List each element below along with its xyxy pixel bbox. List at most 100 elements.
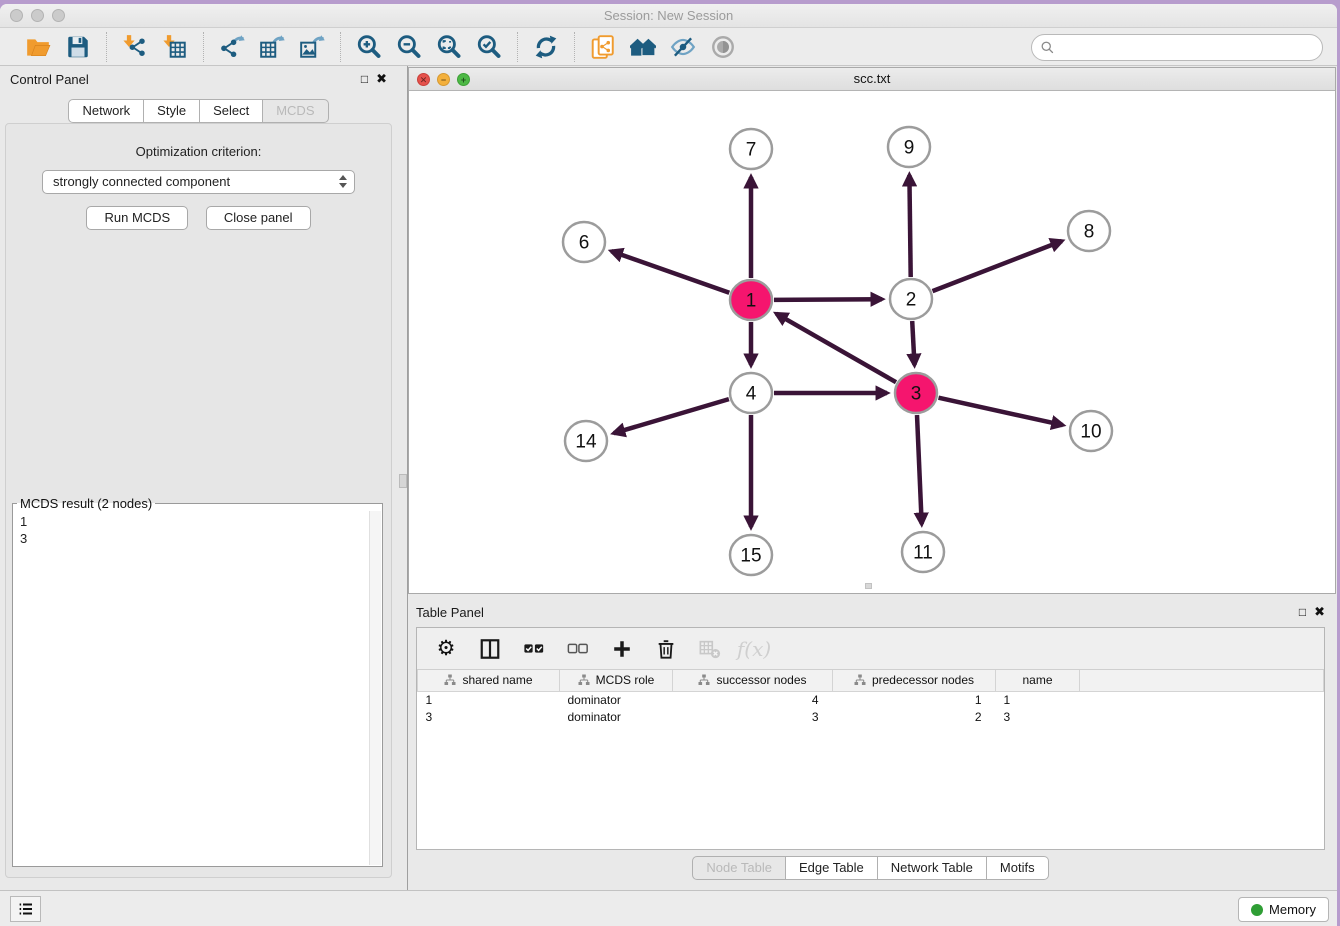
export-network-icon[interactable] bbox=[218, 33, 246, 61]
node-11[interactable]: 11 bbox=[902, 532, 944, 572]
node-10[interactable]: 10 bbox=[1070, 411, 1112, 451]
columns-icon[interactable] bbox=[477, 636, 503, 662]
edge-2-3[interactable] bbox=[912, 321, 914, 365]
node-14[interactable]: 14 bbox=[565, 421, 607, 461]
zoom-fit-icon[interactable] bbox=[435, 33, 463, 61]
application-window: Session: New Session Control Panel □ ✖ N… bbox=[0, 4, 1337, 926]
column-header-predecessor-nodes[interactable]: predecessor nodes bbox=[833, 670, 996, 691]
vertical-splitter[interactable] bbox=[397, 66, 408, 890]
edge-3-1[interactable] bbox=[776, 314, 896, 383]
edge-2-9[interactable] bbox=[909, 175, 910, 277]
export-table-icon[interactable] bbox=[258, 33, 286, 61]
canvas-grip[interactable] bbox=[865, 583, 872, 589]
close-table-panel-icon[interactable]: ✖ bbox=[1314, 605, 1325, 619]
float-table-panel-icon[interactable]: □ bbox=[1299, 605, 1306, 619]
export-image-icon[interactable] bbox=[298, 33, 326, 61]
select-all-icon[interactable] bbox=[521, 636, 547, 662]
open-session-folder-icon[interactable] bbox=[24, 33, 52, 61]
column-header-name[interactable]: name bbox=[996, 670, 1080, 691]
run-mcds-button[interactable]: Run MCDS bbox=[86, 206, 188, 230]
zoom-in-icon[interactable] bbox=[355, 33, 383, 61]
save-session-icon[interactable] bbox=[64, 33, 92, 61]
eye-slash-icon[interactable] bbox=[669, 33, 697, 61]
network-window: ✕ − + scc.txt 7 9 6 8 1 2 4 3 14 10 15 11 bbox=[408, 67, 1336, 594]
import-table-icon[interactable] bbox=[161, 33, 189, 61]
node-7[interactable]: 7 bbox=[730, 129, 772, 169]
cell-predecessor-nodes[interactable]: 1 bbox=[833, 691, 996, 708]
cell-shared-name[interactable]: 3 bbox=[418, 708, 560, 725]
network-window-titlebar[interactable]: ✕ − + scc.txt bbox=[409, 68, 1335, 91]
table-panel: Table Panel □ ✖ ⚙f(x) shared nameMCDS ro… bbox=[408, 599, 1333, 890]
search-box bbox=[1031, 34, 1323, 61]
node-table: shared nameMCDS rolesuccessor nodesprede… bbox=[417, 670, 1324, 725]
edge-4-14[interactable] bbox=[614, 399, 729, 433]
column-header-successor-nodes[interactable]: successor nodes bbox=[673, 670, 833, 691]
edge-2-8[interactable] bbox=[933, 241, 1062, 291]
tab-edge-table[interactable]: Edge Table bbox=[786, 856, 878, 880]
cell-name[interactable]: 1 bbox=[996, 691, 1080, 708]
cell-predecessor-nodes[interactable]: 2 bbox=[833, 708, 996, 725]
tab-motifs[interactable]: Motifs bbox=[987, 856, 1049, 880]
tree-icon bbox=[854, 674, 866, 686]
node-8[interactable]: 8 bbox=[1068, 211, 1110, 251]
mcds-result-box: MCDS result (2 nodes) 13 bbox=[12, 496, 383, 867]
column-header-MCDS-role[interactable]: MCDS role bbox=[560, 670, 673, 691]
edge-3-11[interactable] bbox=[917, 415, 922, 524]
tree-icon bbox=[698, 674, 710, 686]
node-15[interactable]: 15 bbox=[730, 535, 772, 575]
edge-1-2[interactable] bbox=[774, 299, 882, 300]
svg-text:15: 15 bbox=[740, 546, 761, 567]
node-3[interactable]: 3 bbox=[895, 373, 937, 413]
close-panel-icon[interactable]: ✖ bbox=[376, 72, 387, 86]
cell-MCDS-role[interactable]: dominator bbox=[560, 708, 673, 725]
trash-icon[interactable] bbox=[653, 636, 679, 662]
mcds-result-title: MCDS result (2 nodes) bbox=[17, 496, 155, 511]
svg-text:14: 14 bbox=[575, 432, 597, 453]
node-9[interactable]: 9 bbox=[888, 127, 930, 167]
cell-name[interactable]: 3 bbox=[996, 708, 1080, 725]
edge-1-6[interactable] bbox=[611, 251, 729, 293]
tab-node-table[interactable]: Node Table bbox=[692, 856, 786, 880]
table-row[interactable]: 3dominator323 bbox=[418, 708, 1324, 725]
node-1[interactable]: 1 bbox=[730, 280, 772, 320]
cell-shared-name[interactable]: 1 bbox=[418, 691, 560, 708]
cell-MCDS-role[interactable]: dominator bbox=[560, 691, 673, 708]
tab-select[interactable]: Select bbox=[200, 99, 263, 123]
zoom-out-icon[interactable] bbox=[395, 33, 423, 61]
mcds-tab-content: Optimization criterion: strongly connect… bbox=[5, 123, 392, 878]
network-canvas[interactable]: 7 9 6 8 1 2 4 3 14 10 15 11 bbox=[409, 91, 1335, 593]
cell-successor-nodes[interactable]: 4 bbox=[673, 691, 833, 708]
memory-button[interactable]: Memory bbox=[1238, 897, 1329, 922]
node-2[interactable]: 2 bbox=[890, 279, 932, 319]
table-row[interactable]: 1dominator411 bbox=[418, 691, 1324, 708]
search-input[interactable] bbox=[1055, 38, 1322, 58]
node-4[interactable]: 4 bbox=[730, 373, 772, 413]
edge-3-10[interactable] bbox=[939, 398, 1063, 425]
column-header-shared-name[interactable]: shared name bbox=[418, 670, 560, 691]
tab-mcds[interactable]: MCDS bbox=[263, 99, 328, 123]
add-icon[interactable] bbox=[609, 636, 635, 662]
gear-icon[interactable]: ⚙ bbox=[433, 636, 459, 662]
deselect-all-icon[interactable] bbox=[565, 636, 591, 662]
node-6[interactable]: 6 bbox=[563, 222, 605, 262]
zoom-selected-icon[interactable] bbox=[475, 33, 503, 61]
copy-network-icon[interactable] bbox=[589, 33, 617, 61]
two-houses-icon[interactable] bbox=[629, 33, 657, 61]
tab-network[interactable]: Network bbox=[68, 99, 144, 123]
tab-style[interactable]: Style bbox=[144, 99, 200, 123]
mcds-result-text[interactable]: 13 bbox=[13, 511, 368, 866]
tab-network-table[interactable]: Network Table bbox=[878, 856, 987, 880]
list-icon bbox=[17, 900, 35, 918]
splitter-handle[interactable] bbox=[399, 474, 407, 488]
criterion-select[interactable]: strongly connected component bbox=[42, 170, 355, 194]
svg-text:4: 4 bbox=[746, 384, 757, 405]
cell-successor-nodes[interactable]: 3 bbox=[673, 708, 833, 725]
refresh-icon[interactable] bbox=[532, 33, 560, 61]
float-panel-icon[interactable]: □ bbox=[361, 72, 368, 86]
task-history-button[interactable] bbox=[10, 896, 41, 922]
close-panel-button[interactable]: Close panel bbox=[206, 206, 311, 230]
result-scrollbar[interactable] bbox=[369, 511, 381, 865]
import-network-icon[interactable] bbox=[121, 33, 149, 61]
eye-icon[interactable] bbox=[709, 33, 737, 61]
criterion-value: strongly connected component bbox=[53, 174, 230, 189]
